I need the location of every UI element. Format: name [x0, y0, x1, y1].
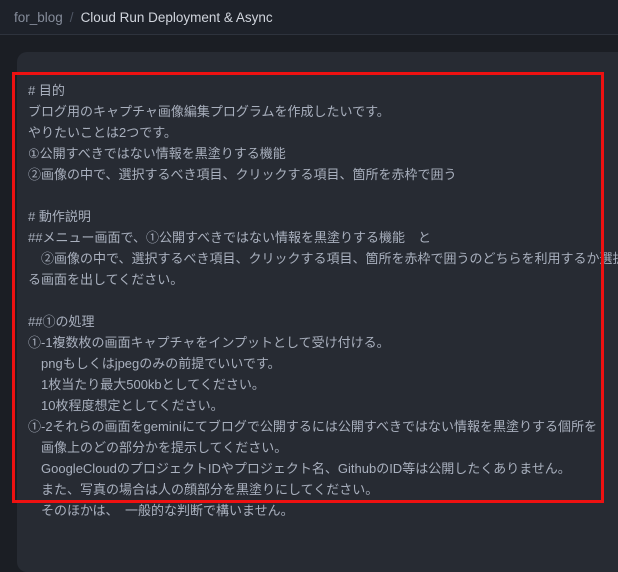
breadcrumb-separator: / — [70, 10, 74, 25]
prompt-editor[interactable]: # 目的 ブログ用のキャプチャ画像編集プログラムを作成したいです。 やりたいこと… — [17, 52, 618, 572]
breadcrumb-project[interactable]: for_blog — [14, 10, 63, 25]
prompt-text: # 目的 ブログ用のキャプチャ画像編集プログラムを作成したいです。 やりたいこと… — [28, 80, 618, 521]
breadcrumb-bar: for_blog / Cloud Run Deployment & Async — [0, 0, 618, 35]
main-content: # 目的 ブログ用のキャプチャ画像編集プログラムを作成したいです。 やりたいこと… — [0, 36, 618, 514]
breadcrumb-conversation-title: Cloud Run Deployment & Async — [81, 10, 273, 25]
